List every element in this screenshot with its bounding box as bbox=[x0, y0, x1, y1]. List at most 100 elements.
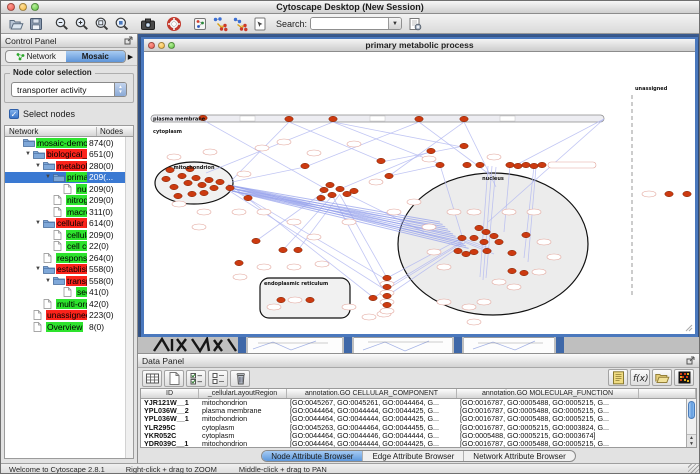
table-cell[interactable]: YKR052C bbox=[141, 432, 199, 440]
table-cell[interactable]: YPL036W__2 bbox=[141, 407, 199, 415]
network-node[interactable] bbox=[210, 185, 218, 190]
snapshot-icon[interactable] bbox=[138, 15, 158, 33]
network-node[interactable] bbox=[252, 238, 260, 243]
table-cell[interactable]: cytoplasm bbox=[199, 424, 287, 432]
network-node[interactable] bbox=[530, 163, 538, 168]
network-node[interactable] bbox=[454, 248, 462, 253]
import-attributes-icon[interactable] bbox=[608, 369, 628, 386]
tree-item[interactable]: ▼transport558(0) bbox=[5, 275, 133, 287]
column-header[interactable]: ID bbox=[141, 389, 199, 398]
table-cell[interactable]: [GO:0044464, GO:0044444, GO:0044425, G..… bbox=[287, 440, 457, 448]
network-node[interactable] bbox=[475, 225, 483, 230]
network-node[interactable] bbox=[317, 195, 325, 200]
tree-item[interactable]: unassigned223(0) bbox=[5, 310, 133, 322]
network-node[interactable] bbox=[188, 191, 196, 196]
table-cell[interactable]: [GO:0016787, GO:0005488, GO:0005215, G..… bbox=[457, 415, 639, 423]
network-node[interactable] bbox=[514, 163, 522, 168]
new-attribute-icon[interactable] bbox=[164, 370, 184, 387]
search-input[interactable] bbox=[311, 18, 388, 29]
table-cell[interactable]: YLR295C bbox=[141, 424, 199, 432]
network-node[interactable] bbox=[216, 179, 224, 184]
network-node[interactable] bbox=[458, 235, 466, 240]
expander-icon[interactable]: ▼ bbox=[35, 220, 43, 226]
table-row[interactable]: YPL036W__2plasma membrane[GO:0044464, GO… bbox=[141, 407, 696, 415]
close-button[interactable] bbox=[7, 3, 15, 11]
table-row[interactable]: YJR121W__1mitochondrion[GO:0045267, GO:0… bbox=[141, 399, 696, 407]
attribute-table[interactable]: ID_cellularLayoutRegionannotation.GO CEL… bbox=[140, 388, 697, 448]
network-node[interactable] bbox=[480, 239, 488, 244]
tree-item[interactable]: multi-organism pro42(0) bbox=[5, 298, 133, 310]
float-panel-icon[interactable] bbox=[124, 36, 133, 45]
unselect-attributes-icon[interactable] bbox=[208, 370, 228, 387]
zoom-selected-icon[interactable] bbox=[112, 15, 132, 33]
attribute-table-icon[interactable] bbox=[142, 370, 162, 387]
layout-network-2-icon[interactable] bbox=[230, 15, 250, 33]
network-node[interactable] bbox=[436, 162, 444, 167]
search-options-icon[interactable] bbox=[405, 15, 425, 33]
network-node[interactable] bbox=[383, 293, 391, 298]
network-node[interactable] bbox=[326, 182, 334, 187]
network-node[interactable] bbox=[482, 229, 490, 234]
zoom-out-icon[interactable] bbox=[52, 15, 72, 33]
network-node[interactable] bbox=[170, 184, 178, 189]
network-node[interactable] bbox=[520, 270, 528, 275]
zoom-in-icon[interactable] bbox=[72, 15, 92, 33]
network-node[interactable] bbox=[198, 182, 206, 187]
minimize-button[interactable] bbox=[158, 42, 165, 49]
open-network-icon[interactable] bbox=[6, 15, 26, 33]
network-node[interactable] bbox=[508, 268, 516, 273]
table-row[interactable]: YLR295Ccytoplasm[GO:0045263, GO:0044464,… bbox=[141, 424, 696, 432]
close-button[interactable] bbox=[148, 42, 155, 49]
table-cell[interactable]: [GO:0044464, GO:0044446, GO:0044444, G..… bbox=[287, 432, 457, 440]
table-row[interactable]: YPL036W__1mitochondrion[GO:0044464, GO:0… bbox=[141, 415, 696, 423]
network-node[interactable] bbox=[383, 284, 391, 289]
network-node[interactable] bbox=[178, 173, 186, 178]
network-node[interactable] bbox=[336, 186, 344, 191]
expander-icon[interactable]: ▼ bbox=[35, 163, 43, 169]
network-node[interactable] bbox=[285, 116, 293, 121]
table-cell[interactable]: mitochondrion bbox=[199, 415, 287, 423]
zoom-fit-icon[interactable] bbox=[92, 15, 112, 33]
network-node[interactable] bbox=[350, 188, 358, 193]
tree-item[interactable]: cell communicat22(0) bbox=[5, 241, 133, 253]
table-cell[interactable]: [GO:0045263, GO:0044464, GO:0044455, G..… bbox=[287, 424, 457, 432]
table-cell[interactable]: YPL036W__1 bbox=[141, 415, 199, 423]
tree-item[interactable]: ▼primary metabo209(... bbox=[5, 172, 133, 184]
network-node[interactable] bbox=[522, 232, 530, 237]
expander-icon[interactable]: ▼ bbox=[45, 174, 53, 180]
network-node[interactable] bbox=[200, 190, 208, 195]
tab-overflow-arrow-icon[interactable]: ▶ bbox=[126, 53, 135, 61]
network-node[interactable] bbox=[277, 297, 285, 302]
table-cell[interactable]: [GO:0044464, GO:0044444, GO:0044425, G..… bbox=[287, 415, 457, 423]
network-node[interactable] bbox=[294, 247, 302, 252]
column-network[interactable]: Network bbox=[5, 127, 97, 136]
network-node[interactable] bbox=[470, 235, 478, 240]
tab-node-attribute-browser[interactable]: Node Attribute Browser bbox=[262, 451, 362, 461]
network-node[interactable] bbox=[369, 295, 377, 300]
network-node[interactable] bbox=[490, 233, 498, 238]
network-window-titlebar[interactable]: primary metabolic process bbox=[144, 39, 695, 52]
network-node[interactable] bbox=[320, 187, 328, 192]
layout-network-1-icon[interactable] bbox=[210, 15, 230, 33]
tree-item[interactable]: ▼establishment of lo558(0) bbox=[5, 264, 133, 276]
tree-item[interactable]: macromolecule311(0) bbox=[5, 206, 133, 218]
network-node[interactable] bbox=[244, 195, 252, 200]
table-cell[interactable]: YJR121W__1 bbox=[141, 399, 199, 407]
tree-item[interactable]: response to stimulu264(0) bbox=[5, 252, 133, 264]
table-cell[interactable]: mitochondrion bbox=[199, 440, 287, 448]
tree-item[interactable]: cellular metabol209(0) bbox=[5, 229, 133, 241]
tab-edge-attribute-browser[interactable]: Edge Attribute Browser bbox=[362, 451, 463, 461]
tree-item[interactable]: mosaic-demo-yeast874(0) bbox=[5, 137, 133, 149]
column-header[interactable]: annotation.GO CELLULAR_COMPONENT bbox=[287, 389, 457, 398]
window-resize-grip[interactable] bbox=[686, 325, 692, 331]
delete-attribute-icon[interactable] bbox=[230, 370, 250, 387]
table-cell[interactable]: [GO:0016787, GO:0005488, GO:0005215, G..… bbox=[457, 399, 639, 407]
tree-item[interactable]: ▼metabolic process280(0) bbox=[5, 160, 133, 172]
zoom-button[interactable] bbox=[168, 42, 175, 49]
load-attributes-icon[interactable] bbox=[652, 369, 672, 386]
matrix-icon[interactable] bbox=[674, 369, 694, 386]
tree-scrollbar[interactable] bbox=[125, 137, 133, 458]
table-cell[interactable]: plasma membrane bbox=[199, 407, 287, 415]
expander-icon[interactable]: ▼ bbox=[35, 266, 43, 272]
network-node[interactable] bbox=[377, 158, 385, 163]
